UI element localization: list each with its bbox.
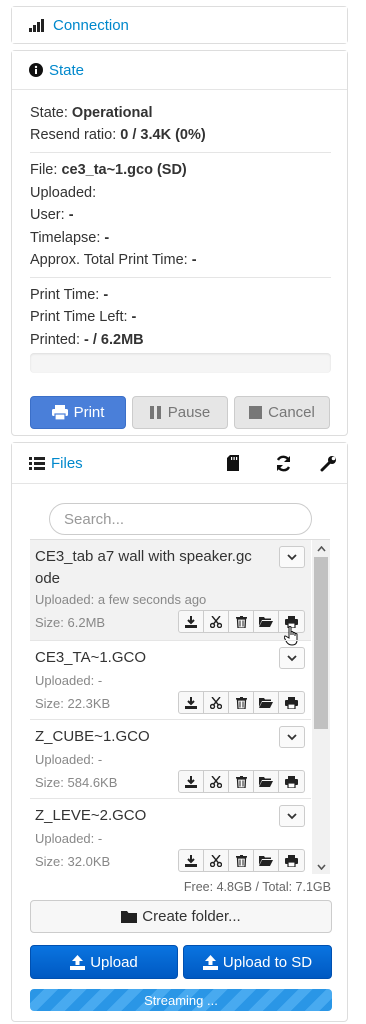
file-uploaded: Uploaded: a few seconds ago	[35, 592, 207, 607]
print-progress-bar	[30, 353, 331, 373]
download-icon[interactable]	[179, 611, 204, 632]
timelapse-line: Timelapse: -	[30, 230, 110, 246]
connection-title[interactable]: Connection	[53, 17, 129, 34]
file-name: CE3_tab a7 wall with speaker.gc ode	[35, 548, 252, 587]
folder-icon	[121, 911, 138, 923]
folder-open-icon[interactable]	[254, 692, 279, 713]
storage-info: Free: 4.8GB / Total: 7.1GB	[183, 880, 331, 894]
chevron-down-icon	[287, 654, 297, 661]
state-line: State: Operational	[30, 105, 153, 121]
file-item[interactable]: Z_LEVE~2.GCO Uploaded: - Size: 32.0KB	[30, 798, 311, 874]
divider	[30, 277, 331, 278]
sd-card-icon[interactable]	[227, 455, 239, 472]
expand-button[interactable]	[279, 647, 305, 669]
scroll-up-icon[interactable]	[316, 544, 326, 554]
chevron-down-icon	[287, 733, 297, 740]
file-name: Z_CUBE~1.GCO	[35, 728, 150, 745]
file-actions	[178, 849, 305, 872]
connection-panel: Connection	[11, 6, 348, 44]
chevron-down-icon	[287, 553, 297, 560]
divider	[30, 152, 331, 153]
scrollbar-thumb[interactable]	[314, 557, 328, 729]
file-actions	[178, 770, 305, 793]
file-list-scrollbar[interactable]	[312, 540, 330, 874]
list-icon	[29, 455, 45, 471]
scissors-icon[interactable]	[204, 771, 229, 792]
expand-button[interactable]	[279, 546, 305, 568]
approx-time-line: Approx. Total Print Time: -	[30, 252, 197, 268]
file-item[interactable]: Z_CUBE~1.GCO Uploaded: - Size: 584.6KB	[30, 719, 311, 798]
trash-icon[interactable]	[229, 771, 254, 792]
state-divider	[12, 89, 347, 90]
files-header[interactable]: Files	[12, 443, 347, 483]
files-divider	[12, 483, 347, 484]
printed-line: Printed: - / 6.2MB	[30, 332, 144, 348]
cancel-button[interactable]: Cancel	[234, 396, 330, 429]
file-list: CE3_tab a7 wall with speaker.gc ode Uplo…	[30, 539, 330, 874]
file-actions	[178, 691, 305, 714]
file-item[interactable]: CE3_TA~1.GCO Uploaded: - Size: 22.3KB	[30, 640, 311, 719]
expand-button[interactable]	[279, 805, 305, 827]
pause-button[interactable]: Pause	[132, 396, 228, 429]
state-title[interactable]: State	[49, 62, 84, 79]
file-size: Size: 584.6KB	[35, 775, 118, 790]
search-input[interactable]: Search...	[49, 503, 312, 535]
files-title[interactable]: Files	[51, 455, 83, 472]
files-panel: Files Search... CE3_tab a7 wall with spe…	[11, 442, 348, 1022]
folder-open-icon[interactable]	[254, 771, 279, 792]
print-button[interactable]: Print	[30, 396, 126, 429]
pause-icon	[149, 406, 161, 419]
file-uploaded: Uploaded: -	[35, 752, 103, 767]
info-circle-icon	[29, 62, 43, 78]
upload-icon	[70, 954, 86, 970]
trash-icon[interactable]	[229, 850, 254, 871]
state-value: Operational	[71, 105, 153, 121]
print-time-line: Print Time: -	[30, 287, 109, 303]
wrench-icon[interactable]	[320, 455, 337, 472]
print-file-icon[interactable]	[279, 850, 304, 871]
file-item[interactable]: CE3_tab a7 wall with speaker.gc ode Uplo…	[30, 540, 311, 646]
upload-button[interactable]: Upload	[30, 945, 178, 979]
file-uploaded: Uploaded: -	[35, 673, 103, 688]
time-left-line: Print Time Left: -	[30, 309, 137, 325]
file-size: Size: 6.2MB	[35, 615, 106, 630]
file-value: ce3_ta~1.gco (SD)	[61, 162, 187, 178]
folder-open-icon[interactable]	[254, 850, 279, 871]
file-uploaded: Uploaded: -	[35, 831, 103, 846]
folder-open-icon[interactable]	[254, 611, 279, 632]
download-icon[interactable]	[179, 692, 204, 713]
print-file-icon[interactable]	[279, 692, 304, 713]
uploaded-line: Uploaded:	[30, 185, 97, 201]
chevron-down-icon	[287, 812, 297, 819]
signal-icon	[29, 17, 47, 33]
scissors-icon[interactable]	[204, 692, 229, 713]
create-folder-button[interactable]: Create folder...	[30, 900, 332, 933]
printer-icon	[51, 405, 68, 420]
download-icon[interactable]	[179, 771, 204, 792]
stop-icon	[249, 406, 263, 419]
scissors-icon[interactable]	[204, 850, 229, 871]
user-line: User: -	[30, 207, 74, 223]
expand-button[interactable]	[279, 726, 305, 748]
scroll-down-icon[interactable]	[316, 862, 326, 872]
file-size: Size: 32.0KB	[35, 854, 111, 869]
print-file-icon[interactable]	[279, 771, 304, 792]
streaming-progress-bar: Streaming ...	[30, 989, 332, 1011]
file-line: File: ce3_ta~1.gco (SD)	[30, 162, 187, 178]
file-name: Z_LEVE~2.GCO	[35, 807, 147, 824]
connection-header[interactable]: Connection	[12, 7, 347, 43]
state-panel: State State: Operational Resend ratio: 0…	[11, 50, 348, 436]
upload-icon	[202, 954, 218, 970]
scissors-icon[interactable]	[204, 611, 229, 632]
file-name: CE3_TA~1.GCO	[35, 649, 147, 666]
file-size: Size: 22.3KB	[35, 696, 111, 711]
state-header[interactable]: State	[12, 51, 347, 89]
refresh-icon[interactable]	[275, 455, 292, 472]
download-icon[interactable]	[179, 850, 204, 871]
resend-value: 0 / 3.4K (0%)	[120, 127, 206, 143]
trash-icon[interactable]	[229, 611, 254, 632]
upload-to-sd-button[interactable]: Upload to SD	[183, 945, 332, 979]
trash-icon[interactable]	[229, 692, 254, 713]
resend-line: Resend ratio: 0 / 3.4K (0%)	[30, 127, 206, 143]
